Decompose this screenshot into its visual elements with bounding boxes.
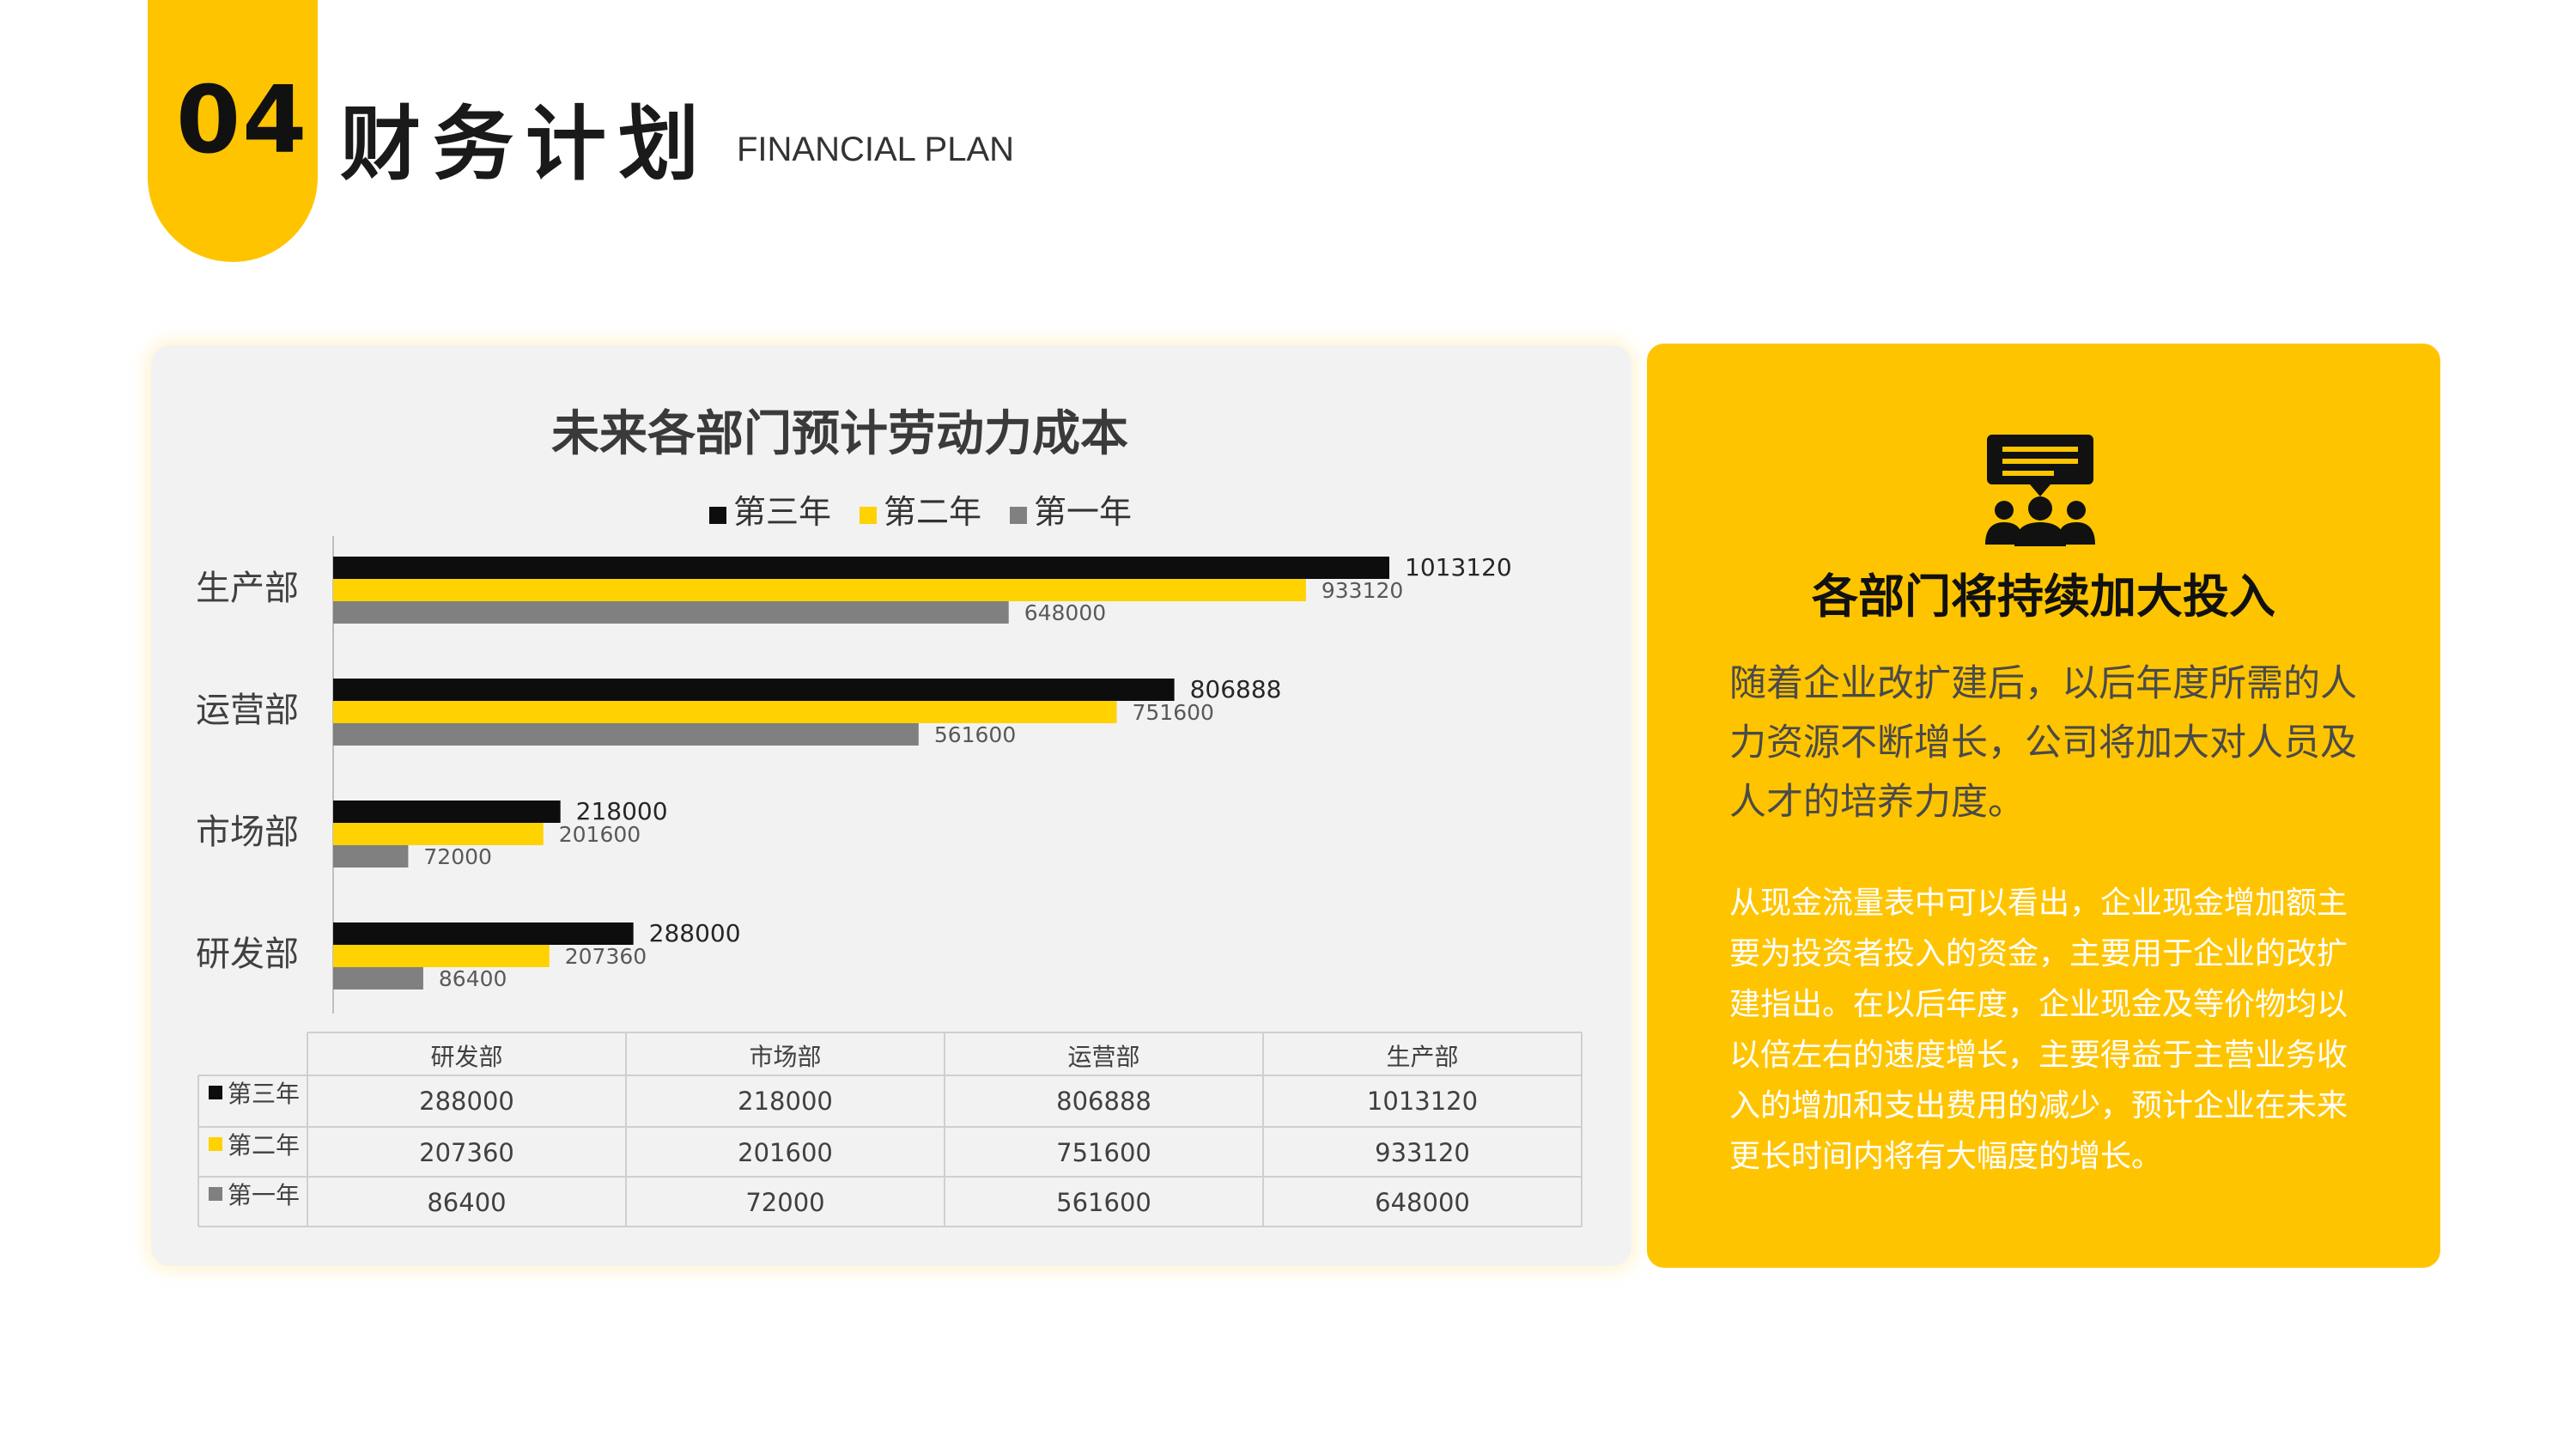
legend-label: 第二年: [884, 493, 981, 531]
page-subtitle: FINANCIAL PLAN: [737, 131, 1015, 168]
info-paragraph-secondary: 从现金流量表中可以看出，企业现金增加额主要为投资者投入的资金，主要用于企业的改扩…: [1729, 886, 2348, 1174]
chart-title: 未来各部门预计劳动力成本: [551, 406, 1128, 462]
table-cell: 201600: [738, 1138, 833, 1167]
table-cell: 648000: [1375, 1188, 1470, 1217]
chart-card: 未来各部门预计劳动力成本 第三年 第二年 第一年 生产部 1013120 933120 648…: [151, 345, 1631, 1266]
bar: [333, 723, 919, 746]
legend-swatch: [709, 507, 726, 524]
table-cell: 288000: [419, 1087, 514, 1116]
table-cell: 751600: [1056, 1138, 1151, 1167]
data-label: 933120: [1321, 578, 1403, 603]
bar: [333, 922, 634, 945]
data-label: 1013120: [1405, 553, 1512, 581]
table-row-label: 第一年: [228, 1181, 300, 1209]
table-cell: 86400: [427, 1188, 506, 1217]
bar: [333, 801, 561, 823]
table-cell: 72000: [745, 1188, 824, 1217]
bar: [333, 967, 423, 989]
legend-label: 第三年: [733, 493, 831, 531]
table-column-header: 生产部: [1386, 1043, 1458, 1071]
table-cell: 1013120: [1367, 1087, 1478, 1116]
table-row-label: 第三年: [228, 1080, 300, 1108]
bar: [333, 601, 1009, 624]
table-column-header: 研发部: [430, 1043, 502, 1071]
section-number: 04: [176, 67, 309, 174]
legend-label: 第一年: [1034, 493, 1132, 531]
table-row-swatch: [209, 1137, 222, 1151]
category-label: 研发部: [196, 935, 299, 974]
table-cell: 806888: [1056, 1087, 1151, 1116]
bar: [333, 579, 1306, 601]
legend-swatch: [860, 507, 877, 524]
data-label: 648000: [1024, 600, 1106, 625]
data-label: 86400: [439, 966, 507, 991]
table-cell: 207360: [419, 1138, 514, 1167]
table-cell: 561600: [1056, 1188, 1151, 1217]
category-label: 运营部: [196, 691, 299, 730]
legend-swatch: [1010, 507, 1027, 524]
data-label: 201600: [559, 822, 641, 847]
category-label: 生产部: [196, 569, 299, 608]
table-cell: 218000: [738, 1087, 833, 1116]
table-cell: 933120: [1375, 1138, 1470, 1167]
bar: [333, 701, 1117, 723]
data-label: 751600: [1132, 700, 1213, 725]
page-title: 财务计划: [340, 98, 712, 192]
info-card: 各部门将持续加大投入 随着企业改扩建后，以后年度所需的人力资源不断增长，公司将加…: [1647, 344, 2440, 1268]
data-label: 561600: [934, 722, 1016, 747]
data-label: 207360: [565, 944, 647, 969]
category-label: 市场部: [196, 813, 299, 852]
slide: 04 财务计划 FINANCIAL PLAN 未来各部门预计劳动力成本 第三年 第二…: [0, 0, 2576, 1449]
bar: [333, 679, 1175, 701]
table-row-swatch: [209, 1187, 222, 1201]
table-column-header: 市场部: [749, 1043, 821, 1071]
data-label: 72000: [423, 844, 492, 869]
bar: [333, 557, 1389, 579]
data-label: 288000: [649, 919, 741, 947]
bar: [333, 823, 544, 845]
table-column-header: 运营部: [1067, 1043, 1139, 1071]
meeting-chat-icon: [1985, 435, 2095, 546]
bar: [333, 845, 409, 868]
bar-chart: 未来各部门预计劳动力成本第三年 第二年 第一年生产部1013120933120648…: [196, 406, 1583, 1227]
table-row-swatch: [209, 1086, 222, 1099]
table-row-label: 第二年: [228, 1131, 300, 1160]
bar: [333, 945, 550, 967]
info-paragraph-primary: 随着企业改扩建后，以后年度所需的人力资源不断增长，公司将加大对人员及人才的培养力…: [1729, 662, 2357, 824]
info-title: 各部门将持续加大投入: [1812, 569, 2275, 624]
